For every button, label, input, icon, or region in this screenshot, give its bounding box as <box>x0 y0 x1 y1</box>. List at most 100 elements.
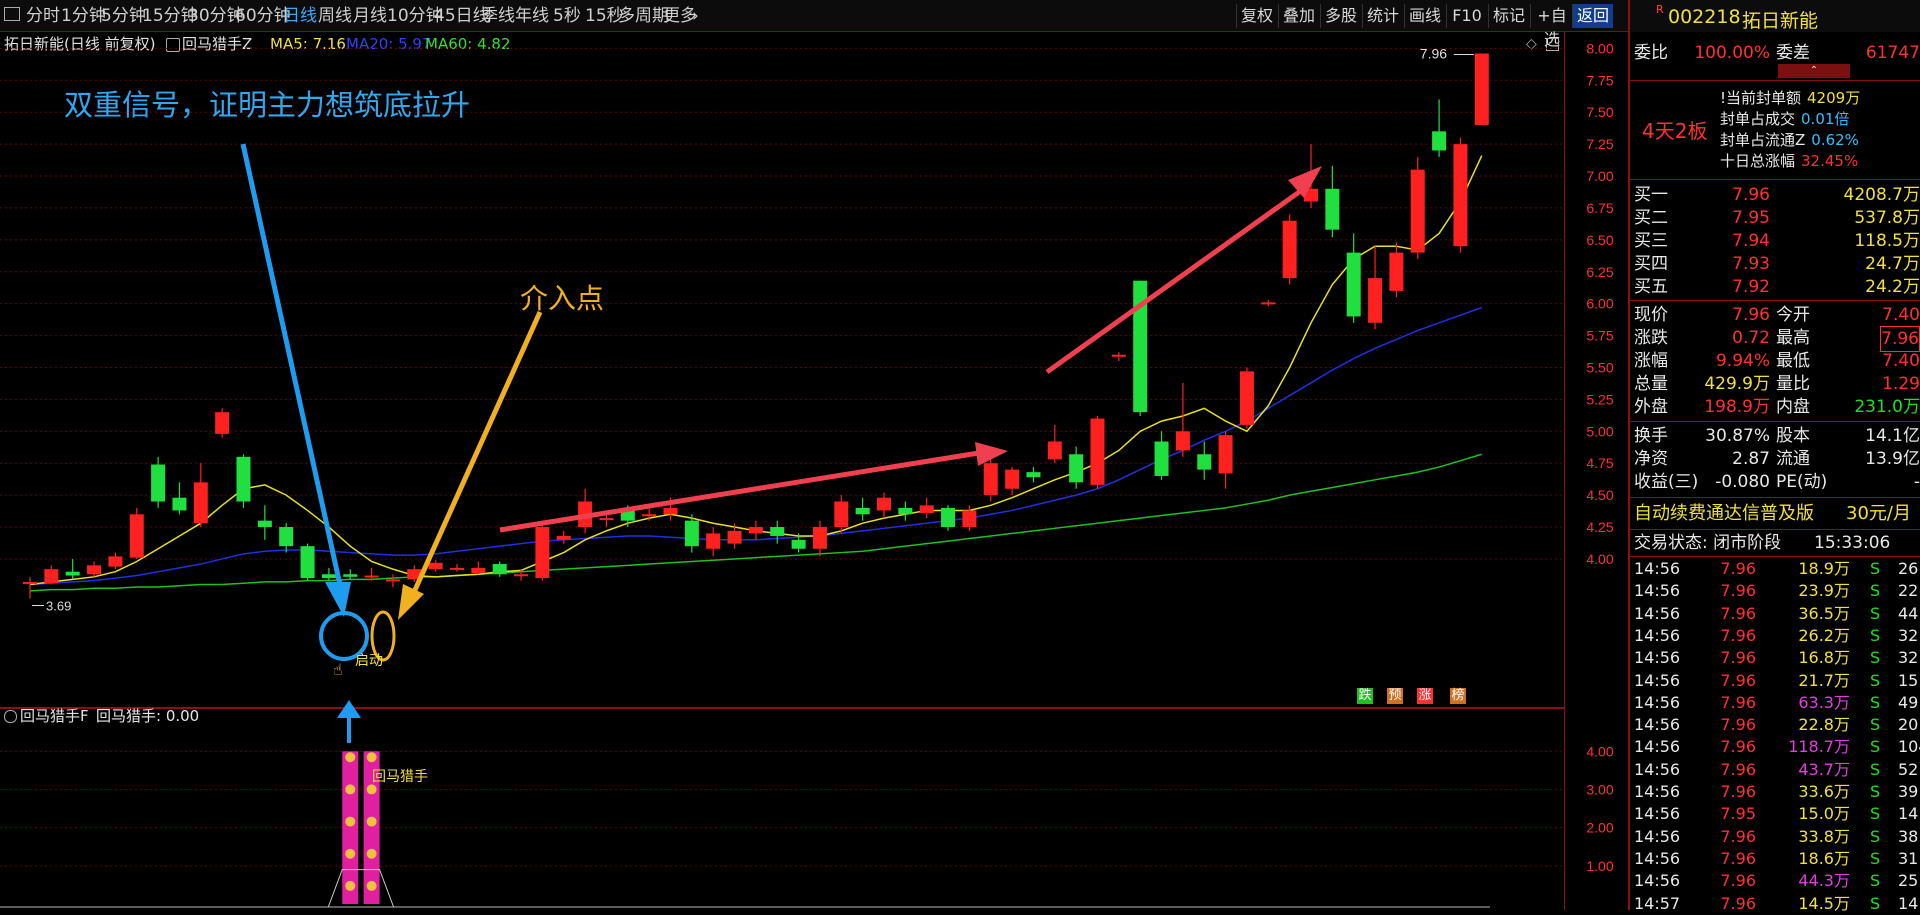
stock-header: R 002218 拓日新能 <box>1630 0 1920 32</box>
toolbar-button[interactable]: 标记 <box>1488 4 1529 28</box>
tick-row[interactable]: 14:577.9614.5万S14 <box>1630 893 1920 915</box>
toolbar-button[interactable]: 复权 <box>1236 4 1277 28</box>
tick-time: 14:56 <box>1634 736 1680 758</box>
candle-body <box>1176 431 1190 450</box>
price-tick: 6.00 <box>1586 296 1613 312</box>
toolbar-button[interactable]: 叠加 <box>1278 4 1319 28</box>
seal-info-label: 封单占流通Z <box>1720 131 1805 149</box>
tick-time: 14:56 <box>1634 714 1680 736</box>
period-tab[interactable]: 1分钟 <box>61 6 106 26</box>
price-tick: 6.50 <box>1586 232 1613 248</box>
money-bag-icon <box>345 784 355 794</box>
period-tab[interactable]: 季线 <box>481 6 515 26</box>
candle-body <box>66 572 80 576</box>
tick-row[interactable]: 14:567.9622.8万S20 <box>1630 714 1920 737</box>
tick-side: S <box>1870 803 1880 825</box>
tick-volume: 44.3万 <box>1798 870 1850 892</box>
tick-volume: 18.6万 <box>1798 848 1850 870</box>
period-tab[interactable]: 月线 <box>353 6 387 26</box>
tick-row[interactable]: 14:567.9618.9万S26 <box>1630 558 1920 581</box>
period-tab[interactable]: 年线 <box>515 6 549 26</box>
tick-row[interactable]: 14:567.9663.3万S49 <box>1630 692 1920 715</box>
candle-body <box>1069 454 1083 482</box>
bid-price: 7.95 <box>1732 206 1770 230</box>
window-menu-icon[interactable] <box>4 7 20 21</box>
quote-row: 总量429.9万量比1.29 <box>1630 372 1920 396</box>
toolbar-button[interactable]: 返回 <box>1572 4 1613 28</box>
candle-body <box>1091 419 1105 485</box>
tick-row[interactable]: 14:567.9626.2万S32 <box>1630 625 1920 648</box>
period-tab[interactable]: 日线 <box>283 6 317 26</box>
tick-row[interactable]: 14:567.9618.6万S31 <box>1630 848 1920 871</box>
period-tab[interactable]: 周线 <box>318 6 352 26</box>
candle-body <box>1389 253 1403 291</box>
tick-side: S <box>1870 870 1880 892</box>
candle-body <box>898 508 912 514</box>
money-bag-icon <box>367 849 377 859</box>
quote-value: 0.72 <box>1732 326 1770 350</box>
tick-volume: 33.6万 <box>1798 781 1850 803</box>
candle-body <box>984 463 998 495</box>
seal-info-row: 封单占流通Z0.62% <box>1720 130 1920 150</box>
ad-row[interactable]: 自动续费通达信普及版 30元/月 <box>1634 501 1920 527</box>
tick-count: 20 <box>1898 714 1918 736</box>
candle-body <box>1368 278 1382 323</box>
price-tick: 7.00 <box>1586 168 1613 184</box>
period-tab[interactable]: 多周期 <box>618 6 669 26</box>
toolbar-button[interactable]: F10 <box>1446 4 1487 28</box>
board-tag[interactable]: 榜 <box>1450 688 1466 704</box>
high-price-label: 7.96 <box>1420 45 1447 61</box>
tick-row[interactable]: 14:567.9515.0万S14 <box>1630 803 1920 826</box>
more-arrow-icon[interactable]: › <box>692 6 699 26</box>
toolbar-button[interactable]: 统计 <box>1362 4 1403 28</box>
tick-row[interactable]: 14:567.9621.7万S15 <box>1630 670 1920 693</box>
separator <box>1630 80 1920 81</box>
ad-text[interactable]: 自动续费通达信普及版 <box>1634 503 1814 524</box>
tick-side: S <box>1870 714 1880 736</box>
candle-body <box>834 502 848 528</box>
tick-row[interactable]: 14:567.9633.6万S39 <box>1630 781 1920 804</box>
quote-value: 198.9万 <box>1704 395 1770 419</box>
candle-body <box>557 536 571 540</box>
kline-chart[interactable]: 8.007.757.507.257.006.756.506.256.005.75… <box>0 32 1630 910</box>
red-arrow-line-1 <box>500 452 985 530</box>
seal-info-value: 0.01倍 <box>1801 110 1849 128</box>
seal-info-row: !当前封单额4209万 <box>1720 88 1920 108</box>
period-tab[interactable]: 分时 <box>26 6 60 26</box>
tick-price: 7.96 <box>1720 736 1756 758</box>
fund-value: 30.87% <box>1705 424 1770 448</box>
separator <box>1630 529 1920 530</box>
tick-row[interactable]: 14:567.9623.9万S22 <box>1630 580 1920 603</box>
candle-body <box>941 508 955 527</box>
ad-price[interactable]: 30元/月 <box>1846 501 1911 527</box>
tick-count: 49 <box>1898 692 1918 714</box>
fund-value: 13.9亿 <box>1865 447 1920 471</box>
tick-row[interactable]: 14:567.9644.3万S25 <box>1630 870 1920 893</box>
candle-body <box>535 527 549 578</box>
period-tab[interactable]: 5秒 <box>553 6 581 26</box>
tick-row[interactable]: 14:567.96118.7万S104 <box>1630 736 1920 759</box>
candle-body <box>1432 131 1446 150</box>
bid-label: 买二 <box>1634 206 1668 230</box>
tick-count: 32 <box>1898 647 1918 669</box>
collapse-button[interactable]: ⌃ <box>1778 64 1850 78</box>
seal-info-value: 32.45% <box>1801 152 1858 170</box>
period-tab[interactable]: 5分钟 <box>101 6 146 26</box>
price-tick: 4.50 <box>1586 487 1613 503</box>
tick-row[interactable]: 14:567.9636.5万S44 <box>1630 603 1920 626</box>
tick-time: 14:56 <box>1634 781 1680 803</box>
board-tag[interactable]: 预 <box>1387 688 1403 704</box>
tick-row[interactable]: 14:567.9616.8万S32 <box>1630 647 1920 670</box>
toolbar-button[interactable]: 画线 <box>1404 4 1445 28</box>
tick-row[interactable]: 14:567.9643.7万S52 <box>1630 759 1920 782</box>
tick-row[interactable]: 14:567.9633.8万S38 <box>1630 826 1920 849</box>
sub-indicator-name[interactable]: 回马猎手F <box>20 706 89 726</box>
toolbar-button[interactable]: +自选 <box>1530 4 1573 28</box>
sub-indicator-toggle-icon[interactable] <box>4 710 17 723</box>
board-tag[interactable]: 跌 <box>1357 688 1373 704</box>
tick-volume: 18.9万 <box>1798 558 1850 580</box>
toolbar-button[interactable]: 多股 <box>1320 4 1361 28</box>
separator <box>1630 556 1920 557</box>
board-tag[interactable]: 涨 <box>1417 688 1433 704</box>
fund-label: 股本 <box>1776 424 1810 448</box>
